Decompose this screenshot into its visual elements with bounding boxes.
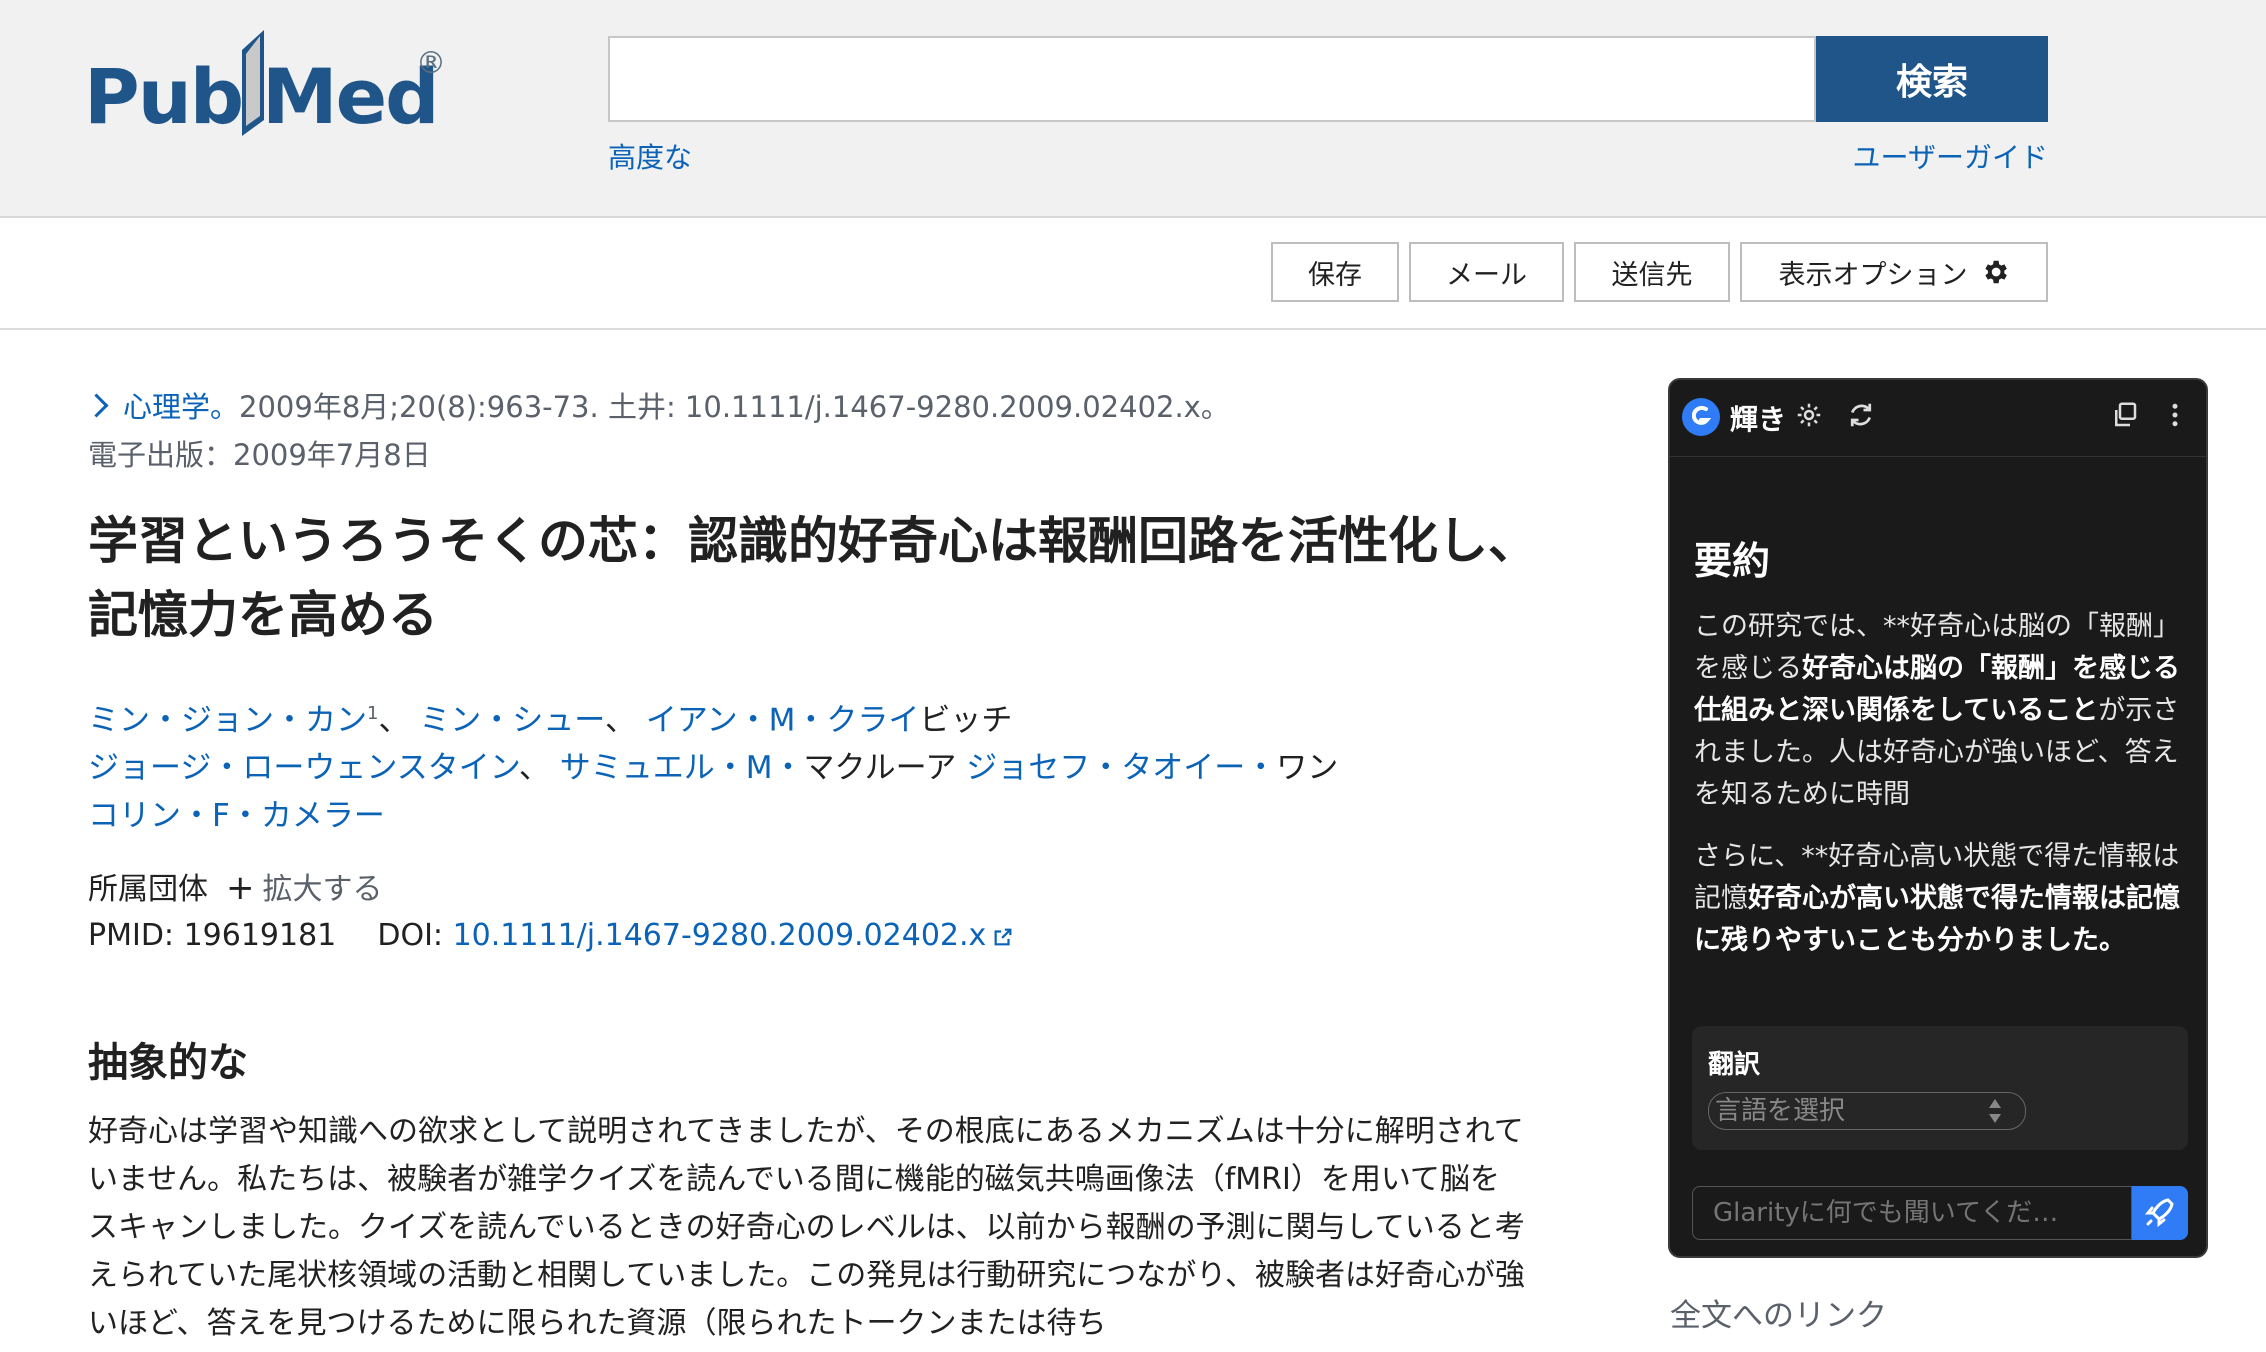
author-name-plain: マクルーア	[803, 750, 967, 787]
language-select-value: 言語を選択	[1715, 1096, 1846, 1126]
author-link[interactable]: サミュエル・M・	[560, 750, 804, 786]
glarity-name: 輝き	[1730, 403, 1787, 436]
affiliations-label: 所属団体	[88, 872, 208, 907]
email-label: メール	[1446, 259, 1527, 291]
send-button[interactable]	[2132, 1186, 2188, 1240]
email-button[interactable]: メール	[1409, 242, 1564, 302]
glarity-panel: 輝き 要約 この研究では、**好奇心は脳の「報酬」を感じる好奇心は脳の「報酬」を…	[1668, 378, 2208, 1258]
display-options-label: 表示オプション	[1778, 259, 1968, 291]
refresh-icon[interactable]	[1846, 400, 1876, 430]
save-button[interactable]: 保存	[1271, 242, 1399, 302]
author-separator: 、	[378, 702, 420, 739]
affiliation-sup[interactable]: 1	[367, 703, 378, 724]
gear-icon	[1984, 260, 2007, 284]
affiliations-row: 所属団体 + 拡大する	[88, 864, 383, 908]
select-arrows-icon	[1989, 1099, 2001, 1123]
epub-date: 電子出版：2009年7月8日	[88, 438, 431, 472]
author-link[interactable]: コリン・F・カメラー	[88, 798, 385, 834]
author-link[interactable]: ミン・ジョン・カン	[88, 702, 367, 738]
summary-heading: 要約	[1694, 539, 1771, 583]
author-name-tail: ワン	[1276, 750, 1339, 787]
rocket-icon	[2144, 1198, 2174, 1228]
author-separator: 、	[605, 702, 646, 739]
pubmed-logo[interactable]: Pub Med ®	[84, 30, 464, 150]
send-to-button[interactable]: 送信先	[1574, 242, 1730, 302]
logo-pub-text: Pub	[84, 52, 244, 141]
authors-line-3: コリン・F・カメラー	[88, 792, 1538, 840]
header: Pub Med ® 検索 高度な ユーザーガイド	[0, 0, 2266, 218]
doi-link[interactable]: 10.1111/j.1467-9280.2009.02402.x	[453, 918, 987, 953]
citation-details: 2009年8月;20(8):963-73. 土井: 10.1111/j.1467…	[239, 390, 1230, 424]
abstract-heading: 抽象的な	[88, 1039, 248, 1086]
chevron-right-icon[interactable]	[84, 393, 109, 418]
language-select[interactable]: 言語を選択	[1708, 1092, 2026, 1130]
display-options-button[interactable]: 表示オプション	[1740, 242, 2048, 302]
glarity-panel-header: 輝き	[1670, 380, 2206, 457]
glarity-logo-icon	[1682, 398, 1720, 436]
abstract-text: 好奇心は学習や知識への欲求として説明されてきましたが、その根底にあるメカニズムは…	[88, 1114, 1525, 1341]
send-to-label: 送信先	[1611, 259, 1693, 291]
external-link-icon[interactable]	[992, 926, 1014, 948]
pmid-label: PMID:	[88, 918, 175, 953]
search-button[interactable]: 検索	[1816, 36, 2048, 122]
full-text-links-heading: 全文へのリンク	[1670, 1298, 1887, 1334]
journal-link[interactable]: 心理学。	[123, 390, 239, 424]
authors-list: ミン・ジョン・カン1、 ミン・シュー、 イアン・M・クライビッチ ジョージ・ロー…	[88, 690, 1538, 840]
ask-glarity-input[interactable]	[1692, 1186, 2132, 1240]
save-label: 保存	[1308, 259, 1362, 291]
translate-box: 翻訳 言語を選択	[1692, 1026, 2188, 1150]
plus-icon[interactable]: +	[226, 868, 255, 908]
summary-paragraph-2: さらに、**好奇心高い状態で得た情報は記憶好奇心が高い状態で得た情報は記憶に残り…	[1694, 836, 2184, 962]
pmid-value: 19619181	[183, 918, 337, 953]
summary-paragraph-1: この研究では、**好奇心は脳の「報酬」を感じる好奇心は脳の「報酬」を感じる仕組み…	[1694, 606, 2184, 816]
search-input[interactable]	[608, 36, 1816, 122]
more-options-icon[interactable]	[2160, 400, 2190, 430]
authors-line-1: ミン・ジョン・カン1、 ミン・シュー、 イアン・M・クライビッチ	[88, 690, 1538, 744]
action-toolbar: 保存 メール 送信先 表示オプション	[0, 218, 2266, 330]
copy-icon[interactable]	[2110, 400, 2140, 430]
logo-med-text: Med	[262, 52, 440, 141]
author-link[interactable]: イアン・M・クライ	[646, 702, 920, 738]
expand-affiliations-button[interactable]: 拡大する	[263, 872, 383, 907]
citation-line: 心理学。2009年8月;20(8):963-73. 土井: 10.1111/j.…	[84, 384, 1230, 426]
authors-line-2: ジョージ・ローウェンスタイン、 サミュエル・M・マクルーア ジョセフ・タオイー・…	[88, 744, 1538, 792]
user-guide-link[interactable]: ユーザーガイド	[1853, 136, 2048, 176]
advanced-search-link[interactable]: 高度な	[608, 136, 692, 176]
author-link[interactable]: ジョージ・ローウェンスタイン	[88, 750, 519, 786]
logo-registered-mark: ®	[416, 46, 446, 81]
author-name-tail: ビッチ	[919, 702, 1013, 739]
summary-bold-text: した。	[2045, 925, 2126, 956]
author-separator: 、	[518, 750, 560, 787]
author-link[interactable]: ジョセフ・タオイー・	[966, 750, 1276, 786]
settings-icon[interactable]	[1794, 400, 1824, 430]
doi-label: DOI:	[377, 918, 444, 953]
author-link[interactable]: ミン・シュー	[419, 702, 605, 738]
identifiers-row: PMID: 19619181 DOI: 10.1111/j.1467-9280.…	[88, 918, 1014, 953]
article-title: 学習というろうそくの芯：認識的好奇心は報酬回路を活性化し、記憶力を高める	[88, 511, 1538, 644]
translate-label: 翻訳	[1708, 1050, 1761, 1080]
